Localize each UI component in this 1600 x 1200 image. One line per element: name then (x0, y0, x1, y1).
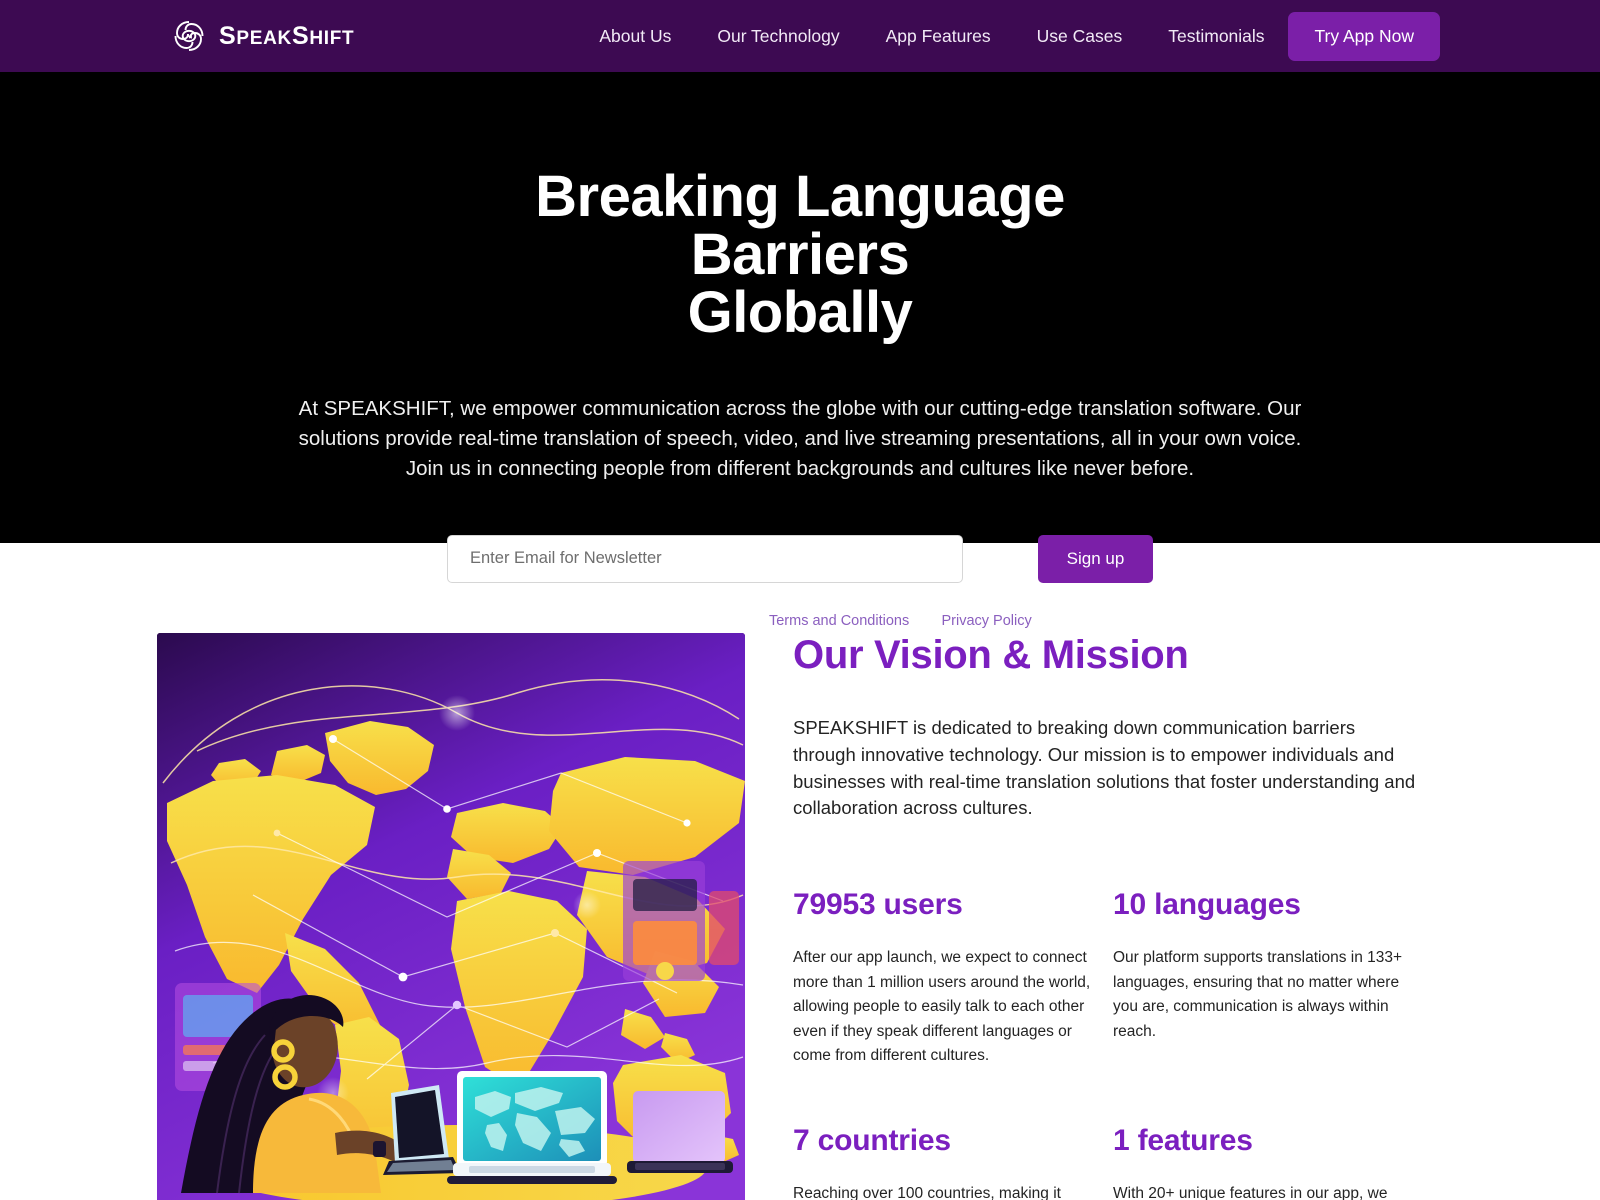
nav-our-technology[interactable]: Our Technology (694, 26, 862, 47)
try-app-now-button[interactable]: Try App Now (1288, 11, 1440, 61)
stat-users: 79953 users After our app launch, we exp… (793, 888, 1113, 1068)
stat-features-description: With 20+ unique features in our app, we … (1113, 1184, 1388, 1200)
vision-mission-heading: Our Vision & Mission (793, 633, 1189, 677)
nav-testimonials[interactable]: Testimonials (1145, 26, 1287, 47)
page-title: Breaking Language Barriers Globally (420, 168, 1180, 342)
privacy-policy-link[interactable]: Privacy Policy (941, 613, 1031, 629)
hero-title-line-1: Breaking Language Barriers (535, 164, 1065, 287)
hero-section: Breaking Language Barriers Globally At SP… (0, 72, 1600, 629)
speakshift-knot-ai-logo-icon: AI (172, 19, 206, 53)
brand-name: SPEAKSHIFT (219, 21, 355, 50)
terms-prefix-text: By signing up, you agree to our (564, 612, 769, 629)
site-header: AI SPEAKSHIFT About Us Our Technology Ap… (0, 0, 1600, 72)
stat-languages: 10 languages Our platform supports trans… (1113, 888, 1433, 1068)
main-navigation: About Us Our Technology App Features Use… (576, 26, 1287, 47)
vision-mission-section: Our Vision & Mission SPEAKSHIFT is dedic… (0, 543, 1600, 1200)
terms-suffix-text: . (1031, 612, 1036, 629)
brand-logo[interactable]: AI SPEAKSHIFT (172, 19, 354, 53)
stat-users-number: 79953 users (793, 888, 963, 922)
stat-languages-description: Our platform supports translations in 13… (1113, 949, 1403, 1040)
stat-features-number: 1 features (1113, 1123, 1253, 1157)
stat-languages-number: 10 languages (1113, 888, 1301, 922)
stat-countries: 7 countries Reaching over 100 countries,… (793, 1124, 1113, 1200)
newsletter-signup-form: Sign up (447, 534, 1153, 583)
vision-mission-paragraph: SPEAKSHIFT is dedicated to breaking down… (793, 717, 1416, 819)
terms-middle-text: and (909, 612, 942, 629)
stat-users-description: After our app launch, we expect to conne… (793, 949, 1091, 1065)
hero-title-line-2: Globally (687, 280, 913, 345)
nav-about-us[interactable]: About Us (576, 26, 694, 47)
newsletter-email-input[interactable] (447, 534, 963, 583)
stats-grid: 79953 users After our app launch, we exp… (793, 888, 1440, 1200)
hero-subtitle: At SPEAKSHIFT, we empower communication … (298, 397, 1302, 480)
svg-text:AI: AI (186, 34, 193, 41)
stat-countries-description: Reaching over 100 countries, making it e… (793, 1184, 1061, 1200)
nav-app-features[interactable]: App Features (863, 26, 1014, 47)
terms-and-conditions-link[interactable]: Terms and Conditions (769, 613, 909, 629)
terms-disclaimer: By signing up, you agree to our Terms an… (564, 613, 1036, 629)
signup-button[interactable]: Sign up (1038, 534, 1153, 583)
vision-content: Our Vision & Mission SPEAKSHIFT is dedic… (793, 633, 1440, 1200)
stat-countries-number: 7 countries (793, 1123, 951, 1157)
nav-use-cases[interactable]: Use Cases (1014, 26, 1146, 47)
stat-features: 1 features With 20+ unique features in o… (1113, 1124, 1433, 1200)
vision-illustration (157, 633, 745, 1200)
